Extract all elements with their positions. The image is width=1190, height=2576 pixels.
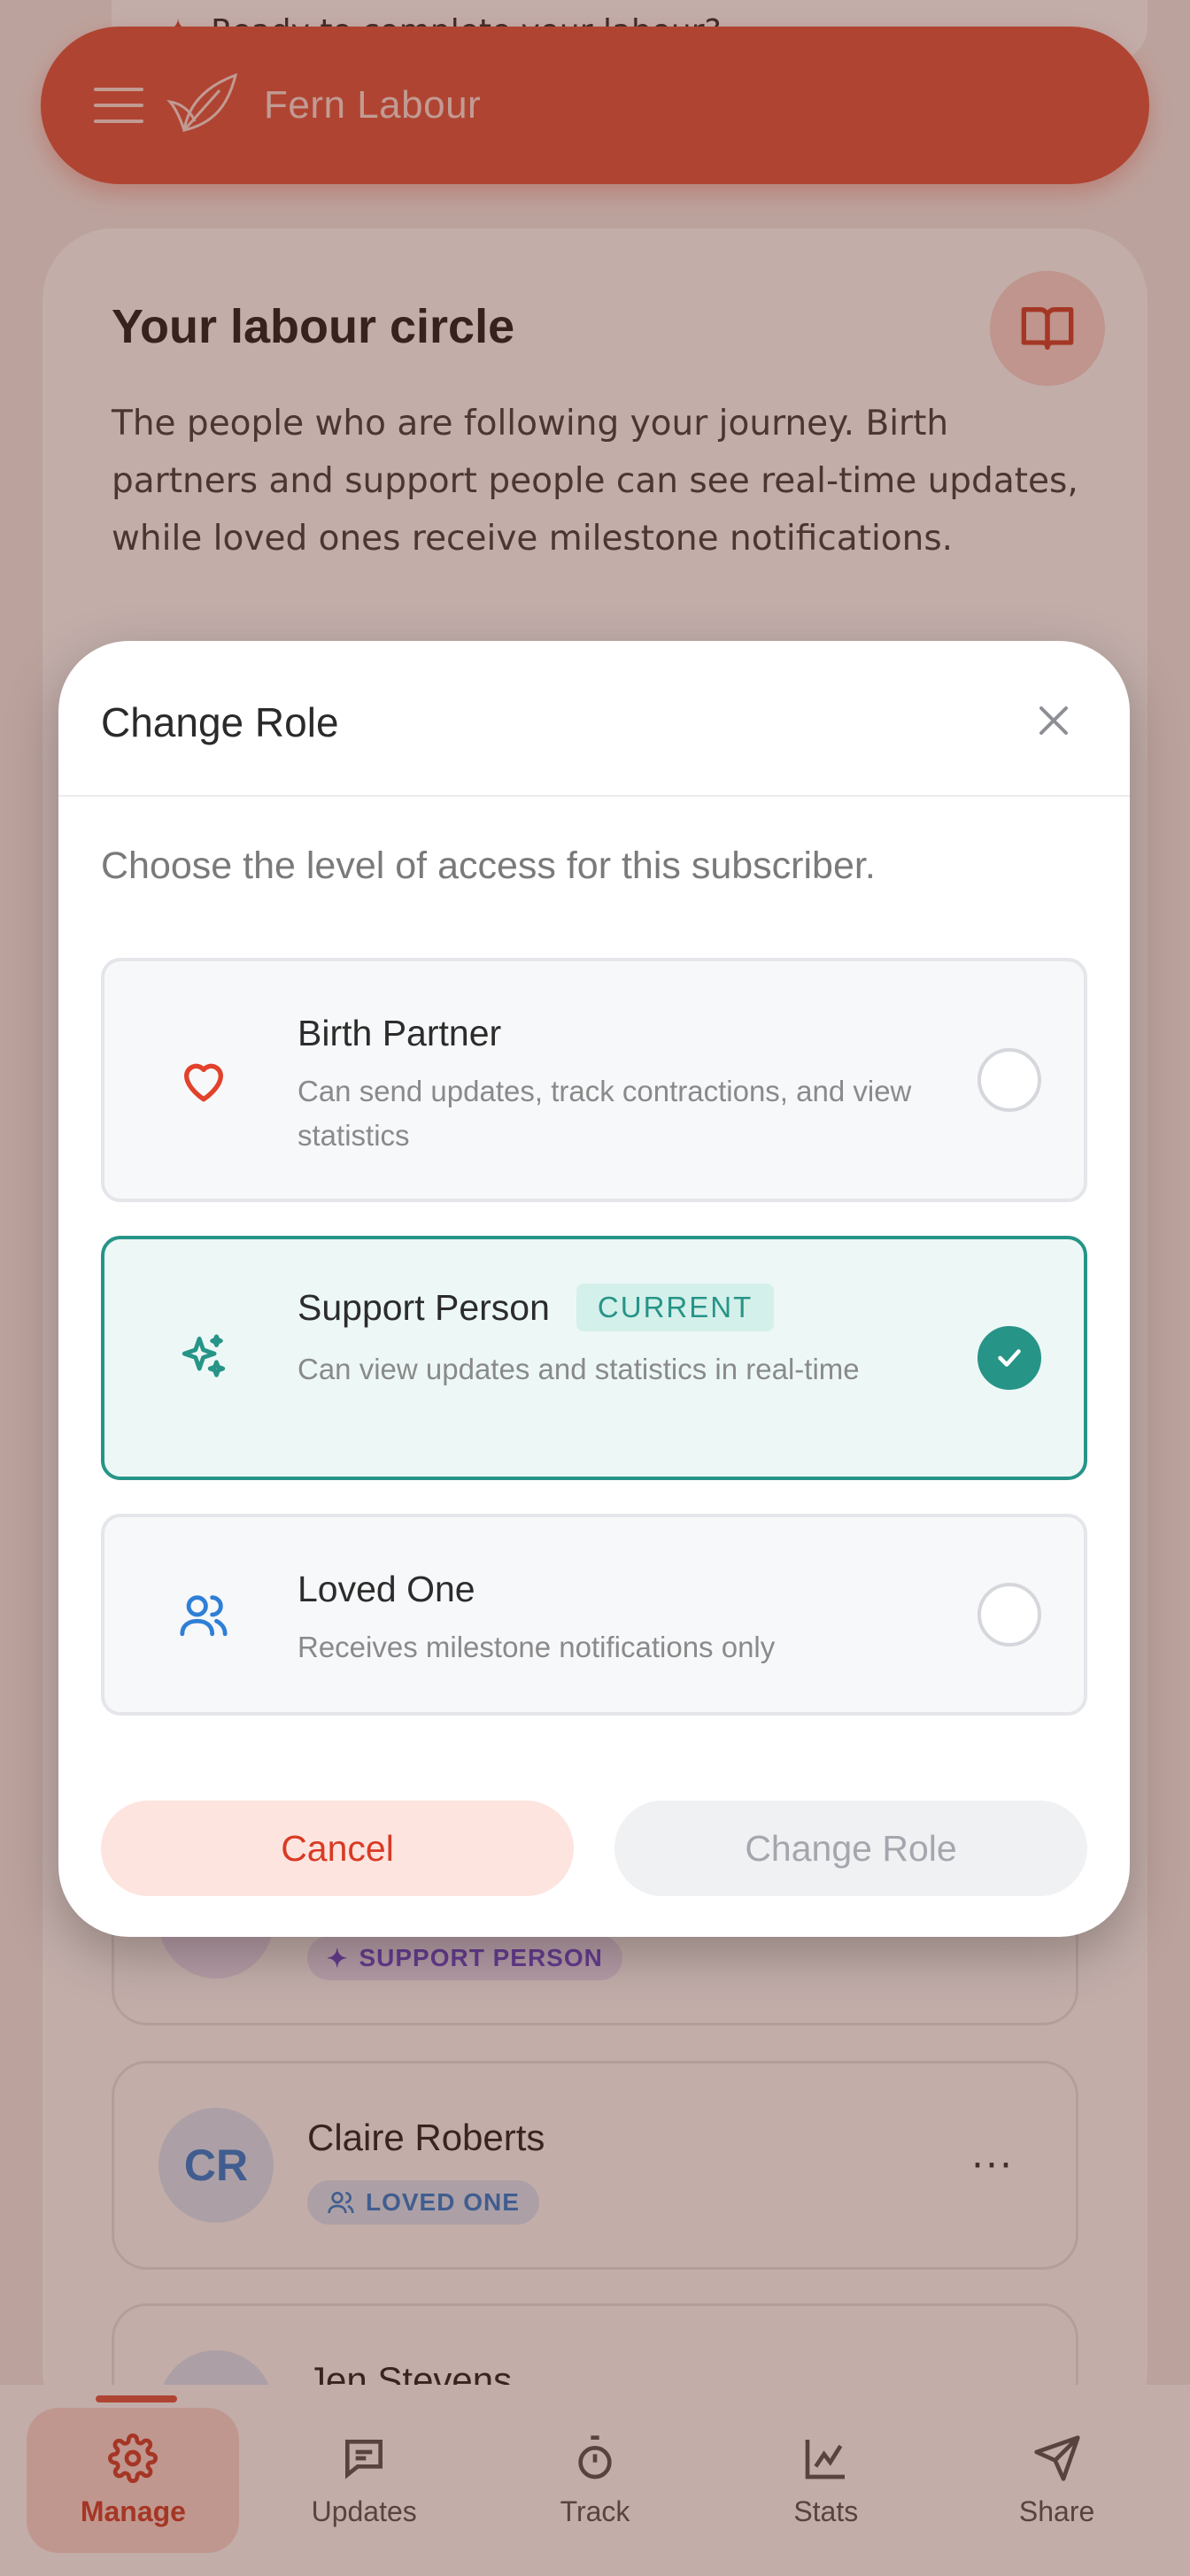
role-option-birth-partner[interactable]: Birth Partner Can send updates, track co… [101, 958, 1087, 1202]
modal-title: Change Role [101, 699, 339, 745]
role-title: Support Person [298, 1286, 550, 1328]
role-radio[interactable] [978, 1583, 1041, 1647]
current-badge: CURRENT [576, 1284, 775, 1331]
role-radio[interactable] [978, 1048, 1041, 1112]
check-icon [998, 1349, 1021, 1367]
role-radio[interactable] [978, 1326, 1041, 1390]
change-role-modal: Change Role Choose the level of access f… [58, 641, 1130, 1937]
role-title: Loved One [298, 1569, 475, 1609]
role-option-support-person[interactable]: Support Person CURRENT Can view updates … [101, 1236, 1087, 1480]
role-title-row: Birth Partner [298, 1013, 501, 1054]
change-role-button[interactable]: Change Role [614, 1801, 1087, 1896]
modal-subtitle: Choose the level of access for this subs… [101, 845, 876, 887]
role-description: Receives milestone notifications only [298, 1631, 776, 1663]
heart-icon [177, 1053, 230, 1107]
role-description: Can view updates and statistics in real-… [298, 1353, 860, 1385]
close-button[interactable] [1029, 696, 1078, 745]
role-title-row: Loved One [298, 1569, 475, 1610]
role-title: Birth Partner [298, 1013, 502, 1053]
sparkles-icon [177, 1331, 230, 1384]
close-icon [1039, 706, 1068, 735]
modal-header: Change Role [58, 641, 1130, 797]
users-icon [177, 1588, 230, 1641]
cancel-button[interactable]: Cancel [101, 1801, 574, 1896]
role-description: Can send updates, track contractions, an… [298, 1075, 912, 1152]
role-title-row: Support Person CURRENT [298, 1284, 775, 1331]
role-option-loved-one[interactable]: Loved One Receives milestone notificatio… [101, 1514, 1087, 1716]
